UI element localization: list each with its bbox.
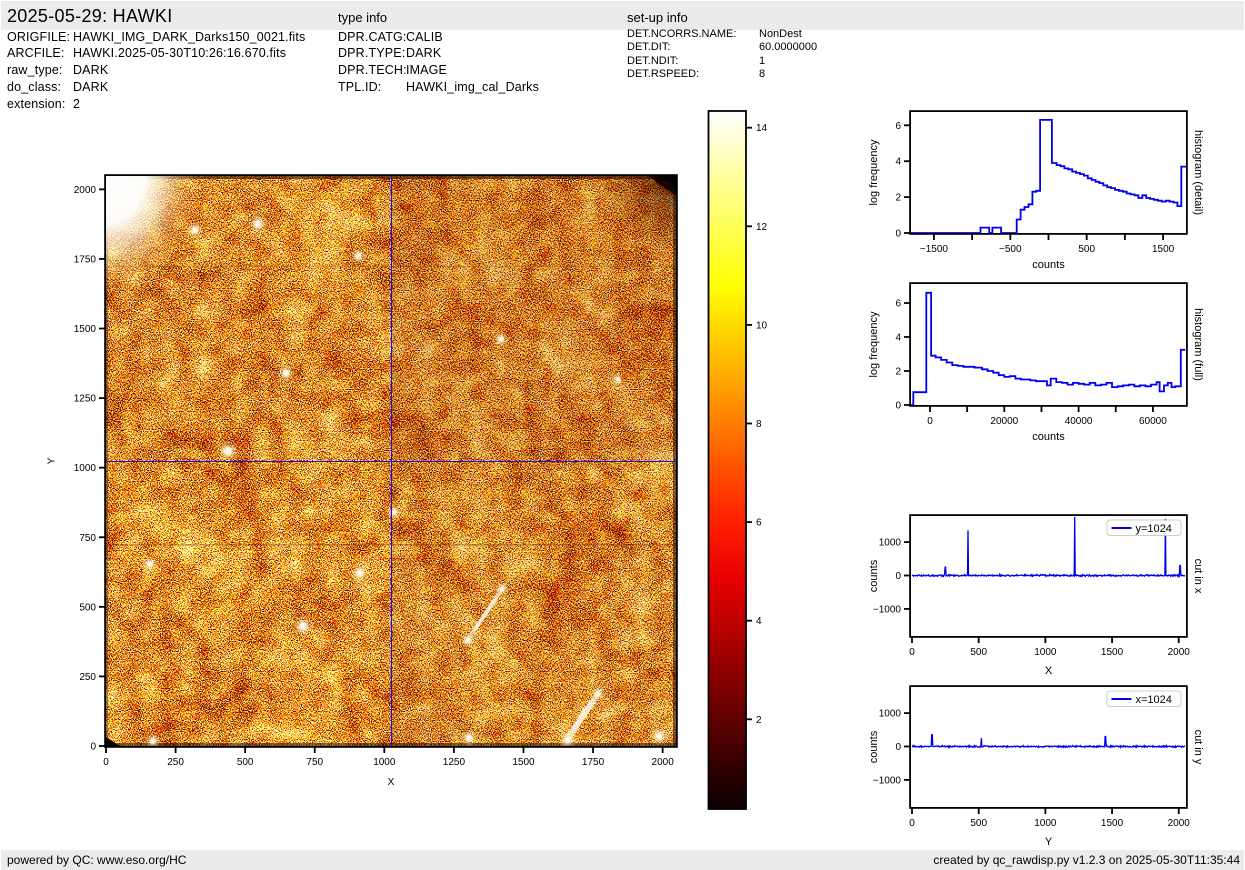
svg-text:40000: 40000 — [1065, 416, 1093, 427]
svg-text:2000: 2000 — [74, 185, 97, 196]
svg-text:counts: counts — [1032, 259, 1065, 271]
svg-text:1000: 1000 — [74, 463, 97, 474]
svg-text:1750: 1750 — [74, 254, 97, 265]
svg-text:0: 0 — [895, 229, 901, 240]
svg-text:4: 4 — [756, 616, 762, 627]
svg-text:1000: 1000 — [373, 757, 396, 768]
svg-text:1000: 1000 — [1034, 818, 1057, 829]
svg-text:500: 500 — [237, 757, 254, 768]
svg-text:1500: 1500 — [1101, 818, 1124, 829]
svg-text:12: 12 — [756, 222, 768, 233]
svg-text:Y: Y — [47, 457, 58, 464]
svg-text:log frequency: log frequency — [868, 311, 880, 378]
svg-text:4: 4 — [895, 333, 901, 344]
svg-text:250: 250 — [79, 672, 96, 683]
svg-text:2000: 2000 — [652, 757, 675, 768]
svg-text:0: 0 — [895, 742, 901, 753]
svg-text:6: 6 — [895, 299, 901, 310]
svg-text:750: 750 — [79, 533, 96, 544]
svg-text:500: 500 — [970, 647, 987, 658]
svg-text:0: 0 — [90, 742, 96, 753]
svg-text:1500: 1500 — [1152, 244, 1175, 255]
svg-text:2000: 2000 — [1168, 647, 1191, 658]
svg-text:1000: 1000 — [1034, 647, 1057, 658]
svg-text:−1000: −1000 — [873, 604, 902, 615]
svg-text:−1000: −1000 — [873, 775, 902, 786]
svg-text:20000: 20000 — [990, 416, 1018, 427]
svg-text:1500: 1500 — [512, 757, 535, 768]
svg-text:histogram (full): histogram (full) — [1192, 308, 1204, 381]
svg-text:500: 500 — [79, 602, 96, 613]
svg-text:histogram (detail): histogram (detail) — [1192, 130, 1204, 215]
svg-text:cut in y: cut in y — [1192, 730, 1204, 765]
svg-text:2: 2 — [895, 193, 901, 204]
svg-text:6: 6 — [895, 121, 901, 132]
svg-text:0: 0 — [927, 416, 933, 427]
svg-text:14: 14 — [756, 123, 768, 134]
svg-text:counts: counts — [868, 559, 880, 592]
svg-text:250: 250 — [167, 757, 184, 768]
svg-text:X: X — [388, 777, 395, 788]
svg-text:750: 750 — [306, 757, 323, 768]
svg-text:y=1024: y=1024 — [1136, 523, 1172, 535]
svg-text:X: X — [1045, 665, 1053, 677]
svg-text:0: 0 — [895, 401, 901, 412]
svg-text:0: 0 — [103, 757, 109, 768]
svg-text:2000: 2000 — [1168, 818, 1191, 829]
svg-text:500: 500 — [970, 818, 987, 829]
svg-text:60000: 60000 — [1139, 416, 1167, 427]
svg-text:1250: 1250 — [443, 757, 466, 768]
svg-text:2: 2 — [756, 715, 762, 726]
svg-text:counts: counts — [868, 730, 880, 763]
svg-text:1000: 1000 — [879, 538, 902, 549]
svg-text:Y: Y — [1045, 836, 1053, 848]
svg-text:1000: 1000 — [879, 709, 902, 720]
svg-text:−1500: −1500 — [920, 244, 949, 255]
svg-text:counts: counts — [1032, 431, 1065, 443]
svg-text:1500: 1500 — [74, 324, 97, 335]
svg-text:x=1024: x=1024 — [1136, 694, 1172, 706]
svg-text:1500: 1500 — [1101, 647, 1124, 658]
svg-text:log frequency: log frequency — [868, 139, 880, 206]
svg-text:−500: −500 — [999, 244, 1022, 255]
svg-text:cut in x: cut in x — [1192, 559, 1204, 594]
svg-text:1250: 1250 — [74, 394, 97, 405]
svg-text:0: 0 — [895, 571, 901, 582]
svg-text:6: 6 — [756, 518, 762, 529]
svg-text:2: 2 — [895, 367, 901, 378]
svg-text:4: 4 — [895, 157, 901, 168]
svg-text:0: 0 — [909, 647, 915, 658]
svg-text:0: 0 — [909, 818, 915, 829]
svg-text:8: 8 — [756, 419, 762, 430]
svg-text:1750: 1750 — [582, 757, 605, 768]
svg-text:500: 500 — [1078, 244, 1095, 255]
svg-text:10: 10 — [756, 320, 768, 331]
